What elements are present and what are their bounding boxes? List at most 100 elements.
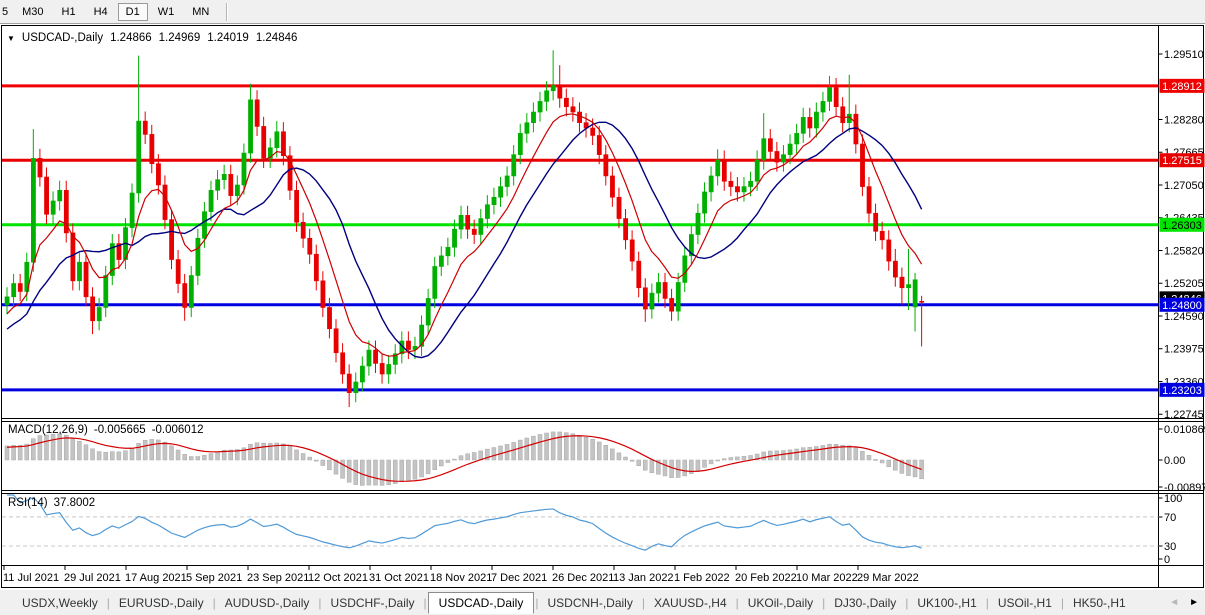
candle-body — [695, 212, 701, 235]
candle-body — [557, 85, 563, 99]
candle-body — [221, 174, 227, 180]
macd-histogram-bar — [31, 438, 36, 461]
chart-tab-usdchf[interactable]: USDCHF-,Daily — [323, 593, 423, 613]
tab-scroll-arrows: ◄ ► — [1169, 597, 1199, 608]
date-label: 31 Oct 2021 — [369, 572, 429, 584]
chart-tab-eurusd[interactable]: EURUSD-,Daily — [111, 593, 212, 613]
candle-body — [465, 215, 471, 230]
macd-axis-label: 0.010869 — [1164, 424, 1205, 436]
macd-histogram-bar — [879, 459, 885, 464]
macd-histogram-bar — [708, 459, 714, 465]
timeframe-button-w1[interactable]: W1 — [150, 3, 183, 21]
candle-body — [774, 151, 780, 163]
candle-body — [340, 352, 346, 375]
macd-histogram-bar — [544, 432, 549, 461]
macd-histogram-bar — [452, 458, 457, 461]
macd-histogram-bar — [281, 443, 286, 461]
candle-body — [169, 219, 174, 260]
candle-body — [90, 296, 96, 322]
candle-body — [379, 363, 385, 375]
macd-histogram-bar — [425, 459, 431, 475]
chart-window[interactable]: 1.295101.282801.276651.270501.264351.258… — [0, 24, 1205, 589]
candle-body — [524, 122, 530, 134]
macd-histogram-bar — [669, 459, 674, 478]
macd-histogram-bar — [610, 448, 615, 461]
timeframe-button-d1[interactable]: D1 — [117, 2, 148, 21]
price-tick-label: 1.24590 — [1164, 311, 1204, 323]
tab-scroll-left-icon[interactable]: ◄ — [1169, 597, 1179, 608]
date-label: 29 Mar 2022 — [857, 572, 919, 584]
candle-body — [787, 143, 793, 155]
price-chart-canvas[interactable]: 1.295101.282801.276651.270501.264351.258… — [0, 24, 1205, 589]
chart-tab-audusd[interactable]: AUDUSD-,Daily — [217, 593, 318, 613]
macd-histogram-bar — [531, 435, 536, 461]
chart-tab-usdcnh[interactable]: USDCNH-,Daily — [539, 593, 640, 613]
candle-body — [425, 298, 431, 326]
chart-tab-dj30[interactable]: DJ30-,Daily — [826, 593, 904, 613]
chart-tab-uk100[interactable]: UK100-,H1 — [909, 593, 984, 613]
chart-tab-ukoil[interactable]: UKOil-,Daily — [740, 593, 821, 613]
macd-histogram-bar — [96, 451, 102, 461]
candle-body — [17, 283, 23, 292]
macd-histogram-bar — [77, 440, 82, 461]
candle-body — [748, 180, 754, 187]
macd-histogram-bar — [44, 434, 49, 461]
candle-body — [636, 260, 642, 289]
macd-histogram-bar — [570, 433, 576, 461]
chart-tab-usoil[interactable]: USOil-,H1 — [990, 593, 1060, 613]
candle-body — [675, 282, 681, 312]
timeframe-button-partial[interactable]: 5 — [1, 3, 12, 21]
macd-histogram-bar — [406, 459, 411, 481]
candle-body — [886, 239, 892, 262]
macd-histogram-bar — [4, 445, 10, 461]
macd-histogram-bar — [471, 452, 477, 461]
rsi-axis-label: 30 — [1164, 541, 1176, 553]
candle-body — [702, 191, 707, 214]
macd-histogram-bar — [721, 458, 727, 461]
timeframe-button-mn[interactable]: MN — [184, 3, 217, 21]
macd-histogram-bar — [373, 459, 378, 486]
date-label: 12 Oct 2021 — [308, 572, 368, 584]
timeframe-button-m30[interactable]: M30 — [14, 3, 51, 21]
macd-histogram-bar — [63, 434, 69, 461]
date-label: 23 Sep 2021 — [247, 572, 309, 584]
chart-tab-usdx[interactable]: USDX,Weekly — [14, 593, 106, 613]
candle-body — [320, 280, 326, 308]
date-label: 18 Nov 2021 — [430, 572, 492, 584]
macd-histogram-bar — [728, 457, 734, 461]
macd-histogram-bar — [846, 445, 852, 461]
macd-histogram-bar — [287, 446, 293, 461]
macd-histogram-bar — [458, 455, 464, 461]
date-label: 11 Jul 2021 — [3, 572, 59, 584]
candle-body — [44, 176, 49, 215]
candle-body — [906, 284, 911, 289]
tab-scroll-right-icon[interactable]: ► — [1189, 597, 1199, 608]
macd-histogram-bar — [636, 459, 641, 467]
timeframe-button-h1[interactable]: H1 — [54, 3, 84, 21]
macd-histogram-bar — [643, 459, 648, 471]
macd-histogram-bar — [715, 459, 720, 462]
timeframe-button-h4[interactable]: H4 — [86, 3, 116, 21]
candle-body — [498, 186, 503, 198]
macd-histogram-bar — [300, 453, 306, 461]
macd-histogram-bar — [248, 443, 253, 461]
macd-histogram-bar — [327, 459, 332, 471]
candle-body — [491, 196, 497, 205]
macd-histogram-bar — [340, 459, 345, 479]
macd-histogram-bar — [202, 455, 207, 461]
chart-tab-usdcad[interactable]: USDCAD-,Daily — [427, 591, 535, 614]
macd-histogram-bar — [827, 443, 832, 461]
macd-histogram-bar — [695, 459, 701, 471]
date-label: 17 Aug 2021 — [125, 572, 187, 584]
macd-histogram-bar — [90, 448, 95, 461]
macd-histogram-bar — [465, 453, 470, 461]
macd-histogram-bar — [149, 439, 155, 461]
candle-body — [406, 340, 411, 350]
chart-tab-xauusd[interactable]: XAUUSD-,H4 — [646, 593, 735, 613]
chart-tab-hk50[interactable]: HK50-,H1 — [1065, 593, 1134, 613]
macd-histogram-bar — [360, 459, 365, 486]
macd-histogram-bar — [629, 459, 635, 462]
candle-body — [445, 246, 451, 257]
candle-body — [781, 154, 786, 163]
candle-body — [327, 307, 332, 330]
